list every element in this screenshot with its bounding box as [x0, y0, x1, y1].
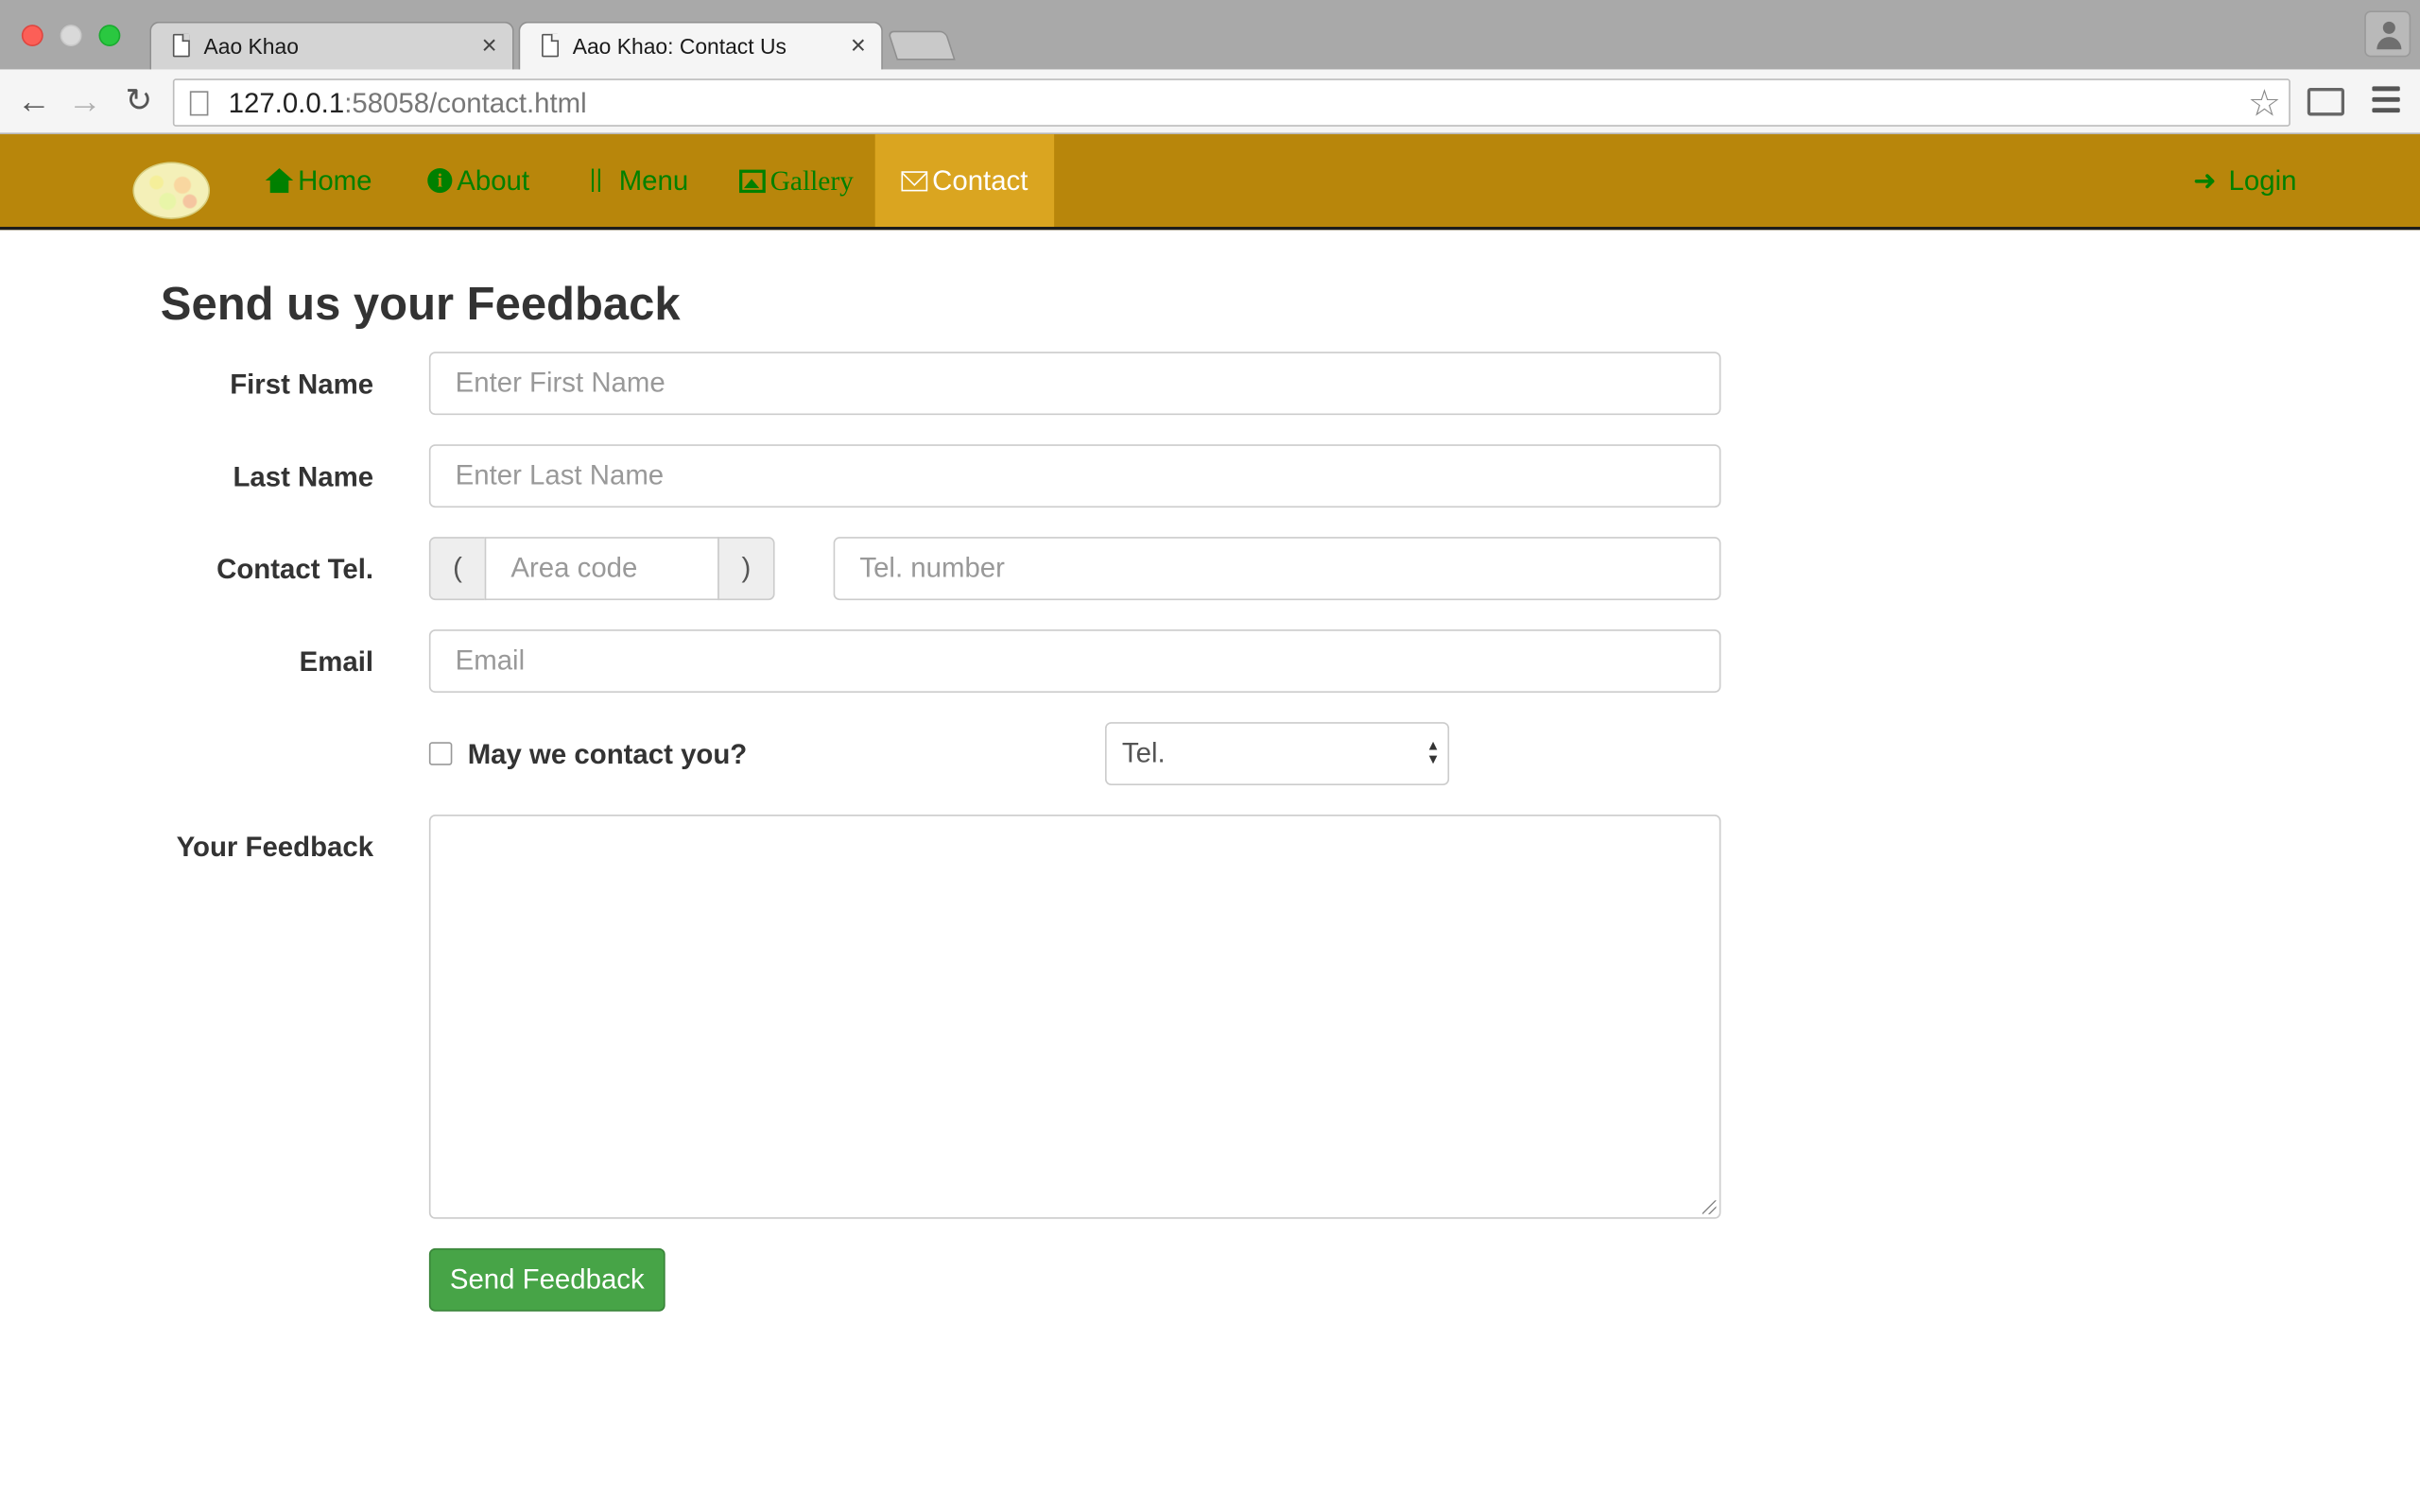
- tab-strip: Aao Khao × Aao Khao: Contact Us ×: [0, 0, 2420, 72]
- tab-title: Aao Khao: [203, 33, 299, 60]
- nav-login-label: Login: [2228, 163, 2297, 196]
- first-name-label: First Name: [230, 369, 374, 400]
- send-feedback-button[interactable]: Send Feedback: [428, 1247, 666, 1312]
- profile-button[interactable]: [2364, 10, 2411, 58]
- person-icon: [2382, 21, 2395, 34]
- browser-toolbar: ← → ↻ 127.0.0.1:58058/contact.html ☆: [0, 69, 2420, 135]
- forward-arrow-icon[interactable]: →: [65, 82, 105, 122]
- feedback-textarea[interactable]: [428, 815, 1721, 1219]
- bookmark-star-icon[interactable]: ☆: [2248, 82, 2281, 127]
- area-code-close-paren: ): [717, 537, 775, 601]
- last-name-field[interactable]: Enter Last Name: [428, 444, 1721, 508]
- document-icon: [542, 33, 560, 58]
- select-arrows-icon: ▲ ▼: [1426, 737, 1441, 767]
- last-name-label: Last Name: [233, 461, 374, 492]
- nav-menu[interactable]: || Menu: [590, 134, 689, 227]
- close-tab-icon[interactable]: ×: [481, 31, 496, 62]
- area-code-field[interactable]: Area code: [484, 537, 719, 601]
- nav-menu-label: Menu: [618, 163, 689, 196]
- contact-method-select[interactable]: Tel. ▲ ▼: [1104, 722, 1450, 786]
- tab-aao-khao[interactable]: Aao Khao ×: [149, 21, 514, 70]
- nav-home-label: Home: [298, 163, 372, 196]
- email-label: Email: [299, 646, 374, 678]
- nav-contact-label: Contact: [932, 163, 1028, 196]
- brand-logo[interactable]: [132, 162, 211, 219]
- tab-title: Aao Khao: Contact Us: [572, 33, 786, 60]
- resize-grip-icon[interactable]: [1702, 1200, 1717, 1214]
- tab-contact-us[interactable]: Aao Khao: Contact Us ×: [518, 21, 883, 72]
- maximize-window-button[interactable]: [98, 25, 121, 46]
- contact-method-value: Tel.: [1121, 737, 1166, 769]
- nav-home[interactable]: Home: [265, 134, 372, 227]
- page-icon: [189, 91, 209, 116]
- nav-contact[interactable]: Contact: [874, 134, 1055, 227]
- email-field[interactable]: Email: [428, 629, 1721, 694]
- new-tab-button[interactable]: [887, 30, 956, 60]
- nav-gallery-label: Gallery: [769, 163, 854, 196]
- tel-number-field[interactable]: Tel. number: [833, 537, 1721, 601]
- home-icon: [265, 167, 294, 194]
- contact-tel-label: Contact Tel.: [216, 554, 374, 585]
- document-icon: [172, 33, 190, 58]
- cast-icon[interactable]: [2307, 88, 2344, 116]
- page-title: Send us your Feedback: [160, 279, 681, 331]
- nav-login[interactable]: ➜ Login: [2193, 134, 2296, 227]
- feedback-label: Your Feedback: [176, 831, 374, 863]
- address-bar[interactable]: 127.0.0.1:58058/contact.html ☆: [172, 78, 2290, 127]
- url-host: 127.0.0.1: [228, 88, 345, 119]
- close-window-button[interactable]: [21, 25, 43, 46]
- close-tab-icon[interactable]: ×: [851, 31, 866, 62]
- contact-consent-checkbox[interactable]: [428, 742, 453, 765]
- minimize-window-button[interactable]: [60, 25, 82, 46]
- area-code-open-paren: (: [428, 537, 487, 601]
- nav-about-label: About: [457, 163, 530, 196]
- site-navbar: Home i About || Menu Gallery Contact ➜ L…: [0, 134, 2420, 231]
- contact-consent-label[interactable]: May we contact you?: [468, 739, 748, 771]
- picture-icon: [739, 168, 766, 193]
- nav-about[interactable]: i About: [427, 134, 529, 227]
- cutlery-icon: ||: [589, 166, 603, 194]
- reload-icon[interactable]: ↻: [119, 82, 159, 122]
- nav-gallery[interactable]: Gallery: [739, 134, 854, 227]
- url-path: :58058/contact.html: [344, 88, 587, 119]
- browser-window: Aao Khao × Aao Khao: Contact Us × ← → ↻ …: [0, 0, 2420, 1512]
- envelope-icon: [901, 170, 928, 191]
- hamburger-menu-icon[interactable]: [2372, 86, 2400, 118]
- first-name-field[interactable]: Enter First Name: [428, 352, 1721, 416]
- info-icon: i: [427, 167, 453, 194]
- back-arrow-icon[interactable]: ←: [14, 82, 54, 122]
- url-text: 127.0.0.1:58058/contact.html: [229, 88, 587, 120]
- login-icon: ➜: [2192, 164, 2217, 197]
